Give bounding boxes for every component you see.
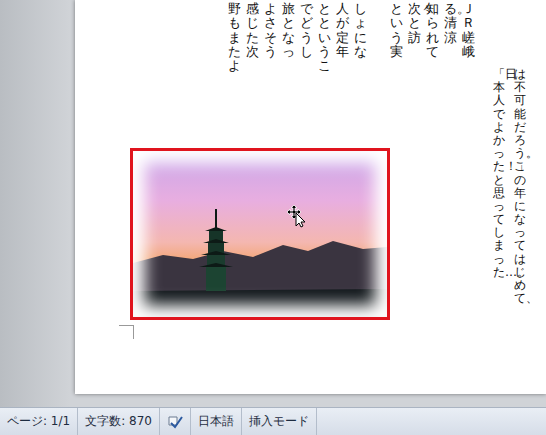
text-column[interactable]: る。清涼 [444,2,457,45]
text-column[interactable]: 次々と訪 [408,2,421,45]
inserted-image[interactable] [130,148,390,320]
page-indicator[interactable]: ページ: 1/1 [0,408,78,435]
text-column[interactable]: は不可能だろう。この年になってはじめて、 [514,68,526,394]
workspace: は不可能だろう。この年になってはじめて、「日本人でよかった！」と思ってしまった…… [0,0,546,407]
language[interactable]: 日本語 [191,408,242,435]
text-column[interactable]: 野もまたよ [228,2,241,73]
text-column[interactable]: とというこ [318,2,331,73]
move-cursor-icon [286,204,310,228]
silhouette-icon [133,151,387,317]
left-gutter [0,0,75,394]
text-column[interactable]: しょにな [354,2,367,59]
word-window: は不可能だろう。この年になってはじめて、「日本人でよかった！」と思ってしまった…… [0,0,546,435]
text-column[interactable]: 「日本人でよかった！」と思ってしまった…。 [493,68,505,394]
text-column[interactable]: 知られて [426,2,439,59]
document-page[interactable]: は不可能だろう。この年になってはじめて、「日本人でよかった！」と思ってしまった…… [75,0,546,394]
text-column[interactable]: という実 [390,2,403,59]
text-column[interactable]: でどうし [300,2,313,59]
top-text: ＪＲ嵯峨る。清涼知られて次々と訪という実 しょにな人が定年とというこでどうし旅とな… [75,0,489,102]
insert-mode[interactable]: 挿入モード [242,408,317,435]
text-column[interactable]: 旅となっ [282,2,295,59]
text-column[interactable]: 感じた次 [246,2,259,59]
spell-check-icon [167,415,183,429]
text-column[interactable]: ＪＲ嵯峨 [462,2,475,59]
spell-check[interactable] [160,408,191,435]
crop-mark-icon [119,315,143,339]
text-column[interactable]: 人が定年 [336,2,349,59]
right-text: は不可能だろう。この年になってはじめて、「日本人でよかった！」と思ってしまった…… [493,0,526,394]
status-bar: ページ: 1/1文字数: 870 日本語挿入モード [0,407,546,435]
word-count[interactable]: 文字数: 870 [78,408,160,435]
photo-vignette [133,151,387,317]
text-column[interactable]: よさそう [264,2,277,59]
main-area: ＪＲ嵯峨る。清涼知られて次々と訪という実 しょにな人が定年とというこでどうし旅とな… [75,0,489,394]
photo [133,151,387,317]
